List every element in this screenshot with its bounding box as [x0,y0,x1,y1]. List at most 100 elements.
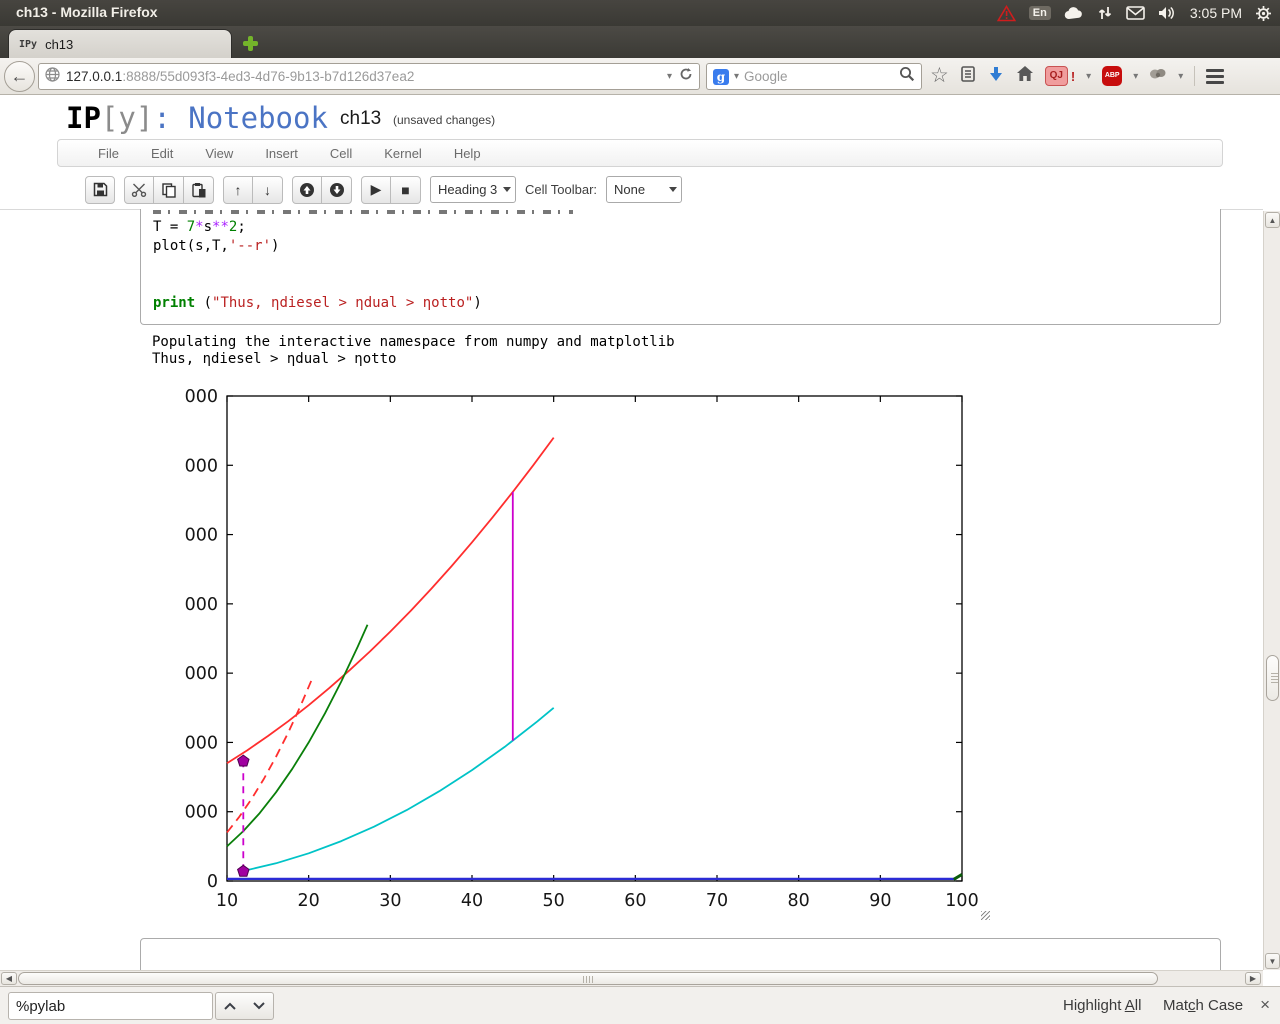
search-placeholder: Google [744,69,788,84]
scroll-down-button[interactable]: ▼ [1265,953,1280,969]
svg-text:7000: 7000 [185,387,218,407]
output-line-1: Populating the interactive namespace fro… [152,334,675,350]
svg-text:70: 70 [706,891,728,911]
menu-kernel[interactable]: Kernel [368,146,438,161]
globe-icon [45,66,60,87]
save-button[interactable] [85,175,115,204]
interrupt-kernel-button[interactable]: ■ [391,175,421,204]
quickjava-icon[interactable]: QJ [1044,66,1068,86]
svg-text:60: 60 [624,891,646,911]
tab-ch13[interactable]: IPy ch13 [8,29,232,58]
svg-text:3000: 3000 [185,664,218,684]
svg-text:10: 10 [216,891,238,911]
new-tab-button[interactable] [243,36,258,51]
insert-cell-below-button[interactable] [322,175,352,204]
find-input[interactable] [8,992,213,1020]
vertical-scrollbar-thumb[interactable] [1266,655,1279,701]
menu-file[interactable]: File [82,146,135,161]
volume-icon[interactable] [1158,5,1177,21]
matplotlib-figure: 1020304050607080901000100020003000400050… [173,385,985,920]
mail-icon[interactable] [1126,6,1145,20]
adblock-dropdown-icon[interactable]: ▾ [1133,71,1138,82]
close-findbar-icon[interactable]: × [1260,995,1270,1015]
downloads-icon[interactable] [987,65,1005,88]
match-case-button[interactable]: Match Case [1163,997,1243,1014]
chevron-down-icon [503,187,512,192]
reload-icon[interactable] [679,67,693,86]
ipython-logo[interactable]: IP[y]: Notebook [66,101,328,135]
quickjava-dropdown-icon[interactable]: ▾ [1086,71,1091,82]
figure-svg: 1020304050607080901000100020003000400050… [173,387,978,911]
bookmarks-list-icon[interactable] [960,65,976,88]
svg-text:20: 20 [298,891,320,911]
menu-insert[interactable]: Insert [249,146,314,161]
find-bar: Highlight All Match Case × [0,986,1280,1024]
url-host: 127.0.0.1 [66,69,123,84]
run-cell-button[interactable]: ▶ [361,175,391,204]
menu-cell[interactable]: Cell [314,146,368,161]
url-dropdown-icon[interactable]: ▾ [667,71,672,82]
find-next-button[interactable] [244,992,274,1020]
tab-label: ch13 [45,36,74,52]
cell-toolbar-label: Cell Toolbar: [525,182,598,197]
menu-help[interactable]: Help [438,146,497,161]
notebook-toolbar: ↑ ↓ ▶ ■ Heading 3 Cell Toolbar: None [85,175,1245,204]
insert-cell-above-button[interactable] [292,175,322,204]
highlight-all-button[interactable]: Highlight All [1063,997,1141,1014]
svg-text:40: 40 [461,891,483,911]
addon-moth-icon[interactable] [1149,66,1167,87]
code-cell[interactable]: T = 7*s**2; plot(s,T,'--r') print ("Thus,… [140,209,1221,325]
cell-type-select[interactable]: Heading 3 [430,176,516,203]
figure-resize-handle[interactable] [981,911,990,920]
menu-hamburger-icon[interactable] [1206,68,1225,84]
cut-cell-button[interactable] [124,175,154,204]
warning-icon[interactable] [996,4,1016,22]
bookmark-star-icon[interactable]: ☆ [930,65,949,86]
page: { "titlebar": { "title": "ch13 - Mozilla… [0,0,1280,1024]
svg-text:80: 80 [788,891,810,911]
notebook-title[interactable]: ch13 [340,108,381,130]
menu-view[interactable]: View [189,146,249,161]
cloud-icon[interactable] [1064,6,1084,20]
scroll-right-button[interactable]: ▶ [1245,972,1261,985]
tab-strip: IPy ch13 [0,26,1280,58]
scroll-left-button[interactable]: ◀ [1,972,17,985]
back-button[interactable]: ← [4,61,35,92]
toolbar-icons: ☆ QJ ! ▾ ABP ▾ ▾ [930,58,1280,94]
move-cell-down-button[interactable]: ↓ [253,175,283,204]
horizontal-scrollbar[interactable]: ◀ ▶ [0,970,1263,986]
svg-text:2000: 2000 [185,733,218,753]
copy-cell-button[interactable] [154,175,184,204]
notebook-menubar: File Edit View Insert Cell Kernel Help [57,139,1223,167]
paste-cell-button[interactable] [184,175,214,204]
gear-icon[interactable] [1255,5,1272,22]
clipped-code-line [153,210,573,214]
search-engine-dropdown-icon[interactable]: ▾ [734,71,739,82]
menu-edit[interactable]: Edit [135,146,189,161]
notebook-header: IP[y]: Notebook ch13 (unsaved changes) [0,95,1280,140]
output-line-2: Thus, ηdiesel > ηdual > ηotto [152,351,397,367]
network-updown-icon[interactable] [1097,5,1113,21]
url-bar[interactable]: 127.0.0.1:8888/55d093f3-4ed3-4d76-9b13-b… [38,63,700,90]
cell-toolbar-select[interactable]: None [606,176,683,203]
system-tray: En 3:05 PM [996,0,1272,26]
quickjava-bang: ! [1070,68,1076,84]
horizontal-scrollbar-thumb[interactable] [18,972,1158,985]
search-icon[interactable] [899,66,915,87]
url-path: :8888/55d093f3-4ed3-4d76-9b13-b7d126d37e… [122,69,415,84]
keyboard-layout-indicator[interactable]: En [1028,6,1051,20]
clock[interactable]: 3:05 PM [1190,5,1242,21]
find-previous-button[interactable] [215,992,245,1020]
adblock-icon[interactable]: ABP [1102,66,1123,86]
scroll-up-button[interactable]: ▲ [1265,212,1280,228]
move-cell-up-button[interactable]: ↑ [223,175,253,204]
code-area[interactable]: T = 7*s**2; plot(s,T,'--r') print ("Thus,… [141,214,1220,313]
addon-dropdown-icon[interactable]: ▾ [1178,71,1183,82]
search-bar[interactable]: g ▾ Google [706,63,922,90]
svg-text:6000: 6000 [185,456,218,476]
svg-text:90: 90 [869,891,891,911]
svg-text:4000: 4000 [185,595,218,615]
vertical-scrollbar[interactable]: ▲ ▼ [1263,211,1280,970]
ipython-favicon: IPy [19,38,38,50]
home-icon[interactable] [1016,65,1034,87]
